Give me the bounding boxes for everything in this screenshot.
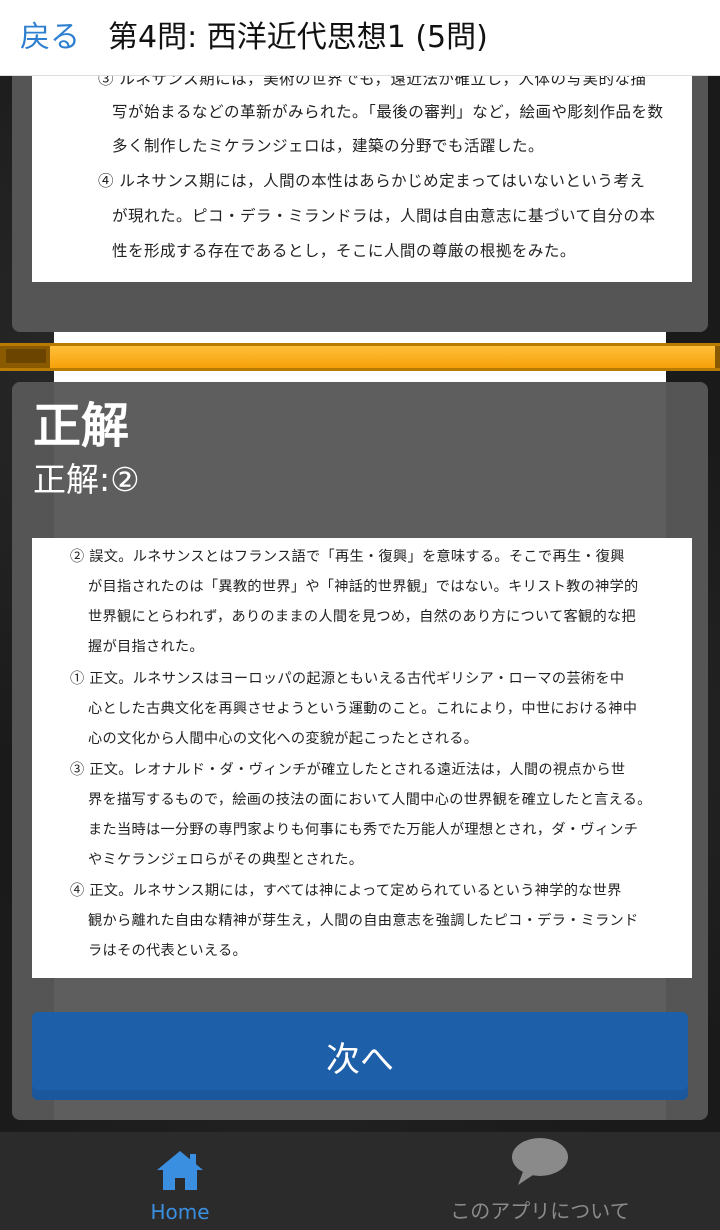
explanation-line: ④ 正文。ルネサンス期には，すべては神によって定められているという神学的な世界 (70, 883, 622, 899)
question-line: ③ ルネサンス期には，美術の世界でも，遠近法が確立し，人体の写実的な描 (98, 76, 647, 88)
explanation-line: やミケランジェロらがその典型とされた。 (88, 852, 364, 868)
explanation-line: ラはその代表といえる。 (88, 943, 247, 959)
top-app-bar: 戻る 第4問: 西洋近代思想1 (5問) (0, 0, 720, 76)
correct-answer: 正解:② (33, 460, 140, 499)
progress-bar-fill (50, 346, 715, 368)
explanation-line: 心の文化から人間中心の文化への変貌が起こったとされる。 (88, 731, 479, 747)
question-line: 多く制作したミケランジェロは，建築の分野でも活躍した。 (112, 137, 545, 155)
explanation-line: また当時は一分野の専門家よりも何事にも秀でた万能人が理想とされ，ダ・ヴィンチ (88, 822, 639, 838)
explanation-line: が目指されたのは「異教的世界」や「神話的世界観」ではない。キリスト教の神学的 (88, 579, 639, 595)
answer-heading: 正解 (33, 398, 130, 454)
question-line: 写が始まるなどの革新がみられた。「最後の審判」など，絵画や彫刻作品を数 (112, 103, 664, 121)
explanation-line: 界を描写するもので，絵画の技法の面において人間中心の世界観を確立したと言える。 (88, 792, 652, 808)
question-image: ③ ルネサンス期には，美術の世界でも，遠近法が確立し，人体の写実的な描 写が始ま… (32, 76, 692, 282)
back-button[interactable]: 戻る (20, 22, 88, 53)
nav-item-about-label: このアプリについて (450, 1199, 630, 1223)
question-line: が現れた。ピコ・デラ・ミランドラは，人間は自由意志に基づいて自分の本 (112, 207, 656, 225)
explanation-line: ② 誤文。ルネサンスとはフランス語で「再生・復興」を意味する。そこで再生・復興 (70, 549, 625, 565)
home-icon (153, 1148, 207, 1196)
explanation-line: 世界観にとらわれず，ありのままの人間を見つめ，自然のあり方について客観的な把 (88, 609, 636, 625)
question-line: ④ ルネサンス期には，人間の本性はあらかじめ定まってはいないという考え (98, 172, 646, 190)
explanation-image: ② 誤文。ルネサンスとはフランス語で「再生・復興」を意味する。そこで再生・復興 … (32, 538, 692, 978)
nav-item-home[interactable]: Home (0, 1132, 360, 1230)
question-line: 性を形成する存在であるとし，そこに人間の尊厳の根拠をみた。 (112, 242, 576, 260)
bottom-navigation: Home このアプリについて (0, 1132, 720, 1230)
chat-bubble-icon (510, 1137, 570, 1191)
progress-bar-empty (6, 349, 46, 363)
explanation-line: ① 正文。ルネサンスはヨーロッパの起源ともいえる古代ギリシア・ローマの芸術を中 (70, 671, 625, 687)
explanation-line: 心とした古典文化を再興させようという運動のこと。これにより，中世における神中 (88, 701, 638, 717)
explanation-line: 観から離れた自由な精神が芽生え，人間の自由意志を強調したピコ・デラ・ミランド (88, 913, 639, 929)
explanation-line: ③ 正文。レオナルド・ダ・ヴィンチが確立したとされる遠近法は，人間の視点から世 (70, 762, 626, 778)
explanation-line: 握が目指された。 (88, 639, 204, 655)
page-title: 第4問: 西洋近代思想1 (5問) (108, 19, 488, 55)
nav-item-home-label: Home (150, 1200, 210, 1224)
nav-item-about[interactable]: このアプリについて (360, 1132, 720, 1230)
next-button[interactable]: 次へ (32, 1012, 688, 1100)
